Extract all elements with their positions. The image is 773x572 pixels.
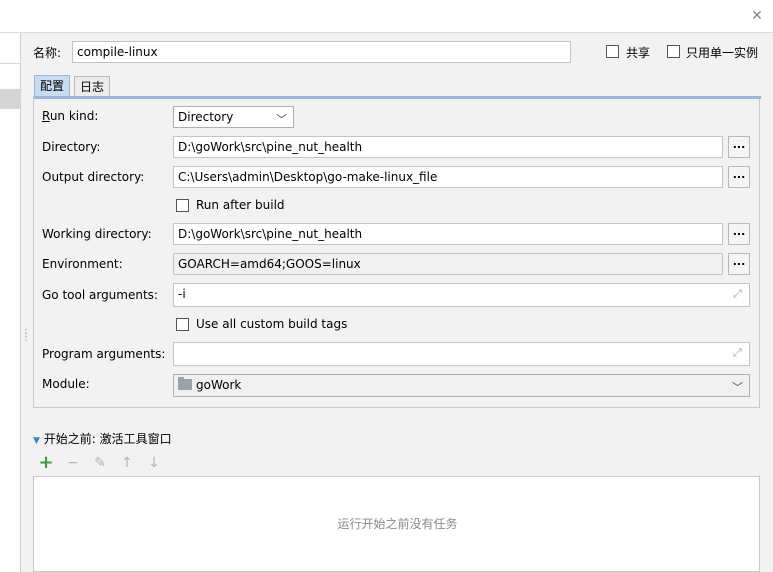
run-after-build-label: Run after build [196,198,285,212]
before-launch-header[interactable]: ▼ 开始之前: 激活工具窗口 [33,430,172,447]
dialog-top-bar [0,0,773,33]
name-input[interactable]: compile-linux [72,41,571,63]
module-value: goWork [196,378,242,392]
folder-icon [178,377,192,390]
go-tool-arguments-label: Go tool arguments: [42,288,158,302]
environment-browse-button[interactable]: ... [728,253,750,275]
tab-panel-top-border [34,96,761,99]
module-label: Module: [42,377,90,391]
output-directory-browse-button[interactable]: ... [728,166,750,188]
program-arguments-input[interactable]: ⤢ [173,342,750,366]
run-after-build-checkbox[interactable] [176,199,189,212]
run-kind-value: Directory [178,110,234,124]
configuration-tree-panel[interactable] [0,33,21,572]
environment-label: Environment: [42,257,123,271]
go-tool-arguments-input[interactable]: -i ⤢ [173,283,750,307]
output-directory-input[interactable]: C:\Users\admin\Desktop\go-make-linux_fil… [173,166,723,188]
tab-config[interactable]: 配置 [34,75,71,97]
close-icon[interactable]: ✕ [748,7,766,25]
empty-task-list-text: 运行开始之前没有任务 [337,517,458,531]
move-up-icon[interactable]: ↑ [118,454,136,472]
run-kind-label: Run kind: [42,109,99,123]
use-custom-build-tags-checkbox[interactable] [176,318,189,331]
working-directory-label: Working directory: [42,227,152,241]
single-instance-checkbox[interactable] [667,45,680,58]
program-arguments-label: Program arguments: [42,347,166,361]
working-directory-browse-button[interactable]: ... [728,223,750,245]
output-directory-label: Output directory: [42,170,145,184]
share-checkbox[interactable] [606,45,619,58]
directory-browse-button[interactable]: ... [728,136,750,158]
expand-icon[interactable]: ⤢ [733,288,745,300]
working-directory-input[interactable]: D:\goWork\src\pine_nut_health [173,223,723,245]
environment-input[interactable]: GOARCH=amd64;GOOS=linux [173,253,723,275]
use-custom-build-tags-label: Use all custom build tags [196,317,348,331]
tab-log[interactable]: 日志 [74,76,111,98]
expand-icon[interactable]: ⤢ [733,347,745,359]
before-launch-title: 开始之前: 激活工具窗口 [43,432,172,446]
tree-selected-item[interactable] [0,89,21,109]
chevron-down-icon: ﹀ [276,113,287,126]
directory-label: Directory: [42,140,101,154]
move-down-icon[interactable]: ↓ [145,454,163,472]
single-instance-label: 只用单一实例 [686,46,759,60]
chevron-down-icon: ﹀ [732,381,743,394]
edit-icon[interactable]: ✎ [91,454,109,472]
share-label: 共享 [626,46,651,60]
directory-input[interactable]: D:\goWork\src\pine_nut_health [173,136,723,158]
run-kind-label-text: un kind: [49,109,99,123]
before-launch-task-list[interactable]: 运行开始之前没有任务 [33,476,760,572]
run-kind-select[interactable]: Directory ﹀ [173,106,294,128]
go-tool-arguments-value: -i [178,287,186,301]
triangle-down-icon: ▼ [33,436,40,446]
module-select[interactable]: goWork ﹀ [173,374,750,397]
remove-icon[interactable]: − [64,454,82,472]
splitter-grip-icon[interactable]: ⋮ ⋮ [21,329,31,346]
add-icon[interactable]: + [37,454,55,472]
name-label: 名称: [33,46,62,60]
tree-header-divider [0,63,21,64]
